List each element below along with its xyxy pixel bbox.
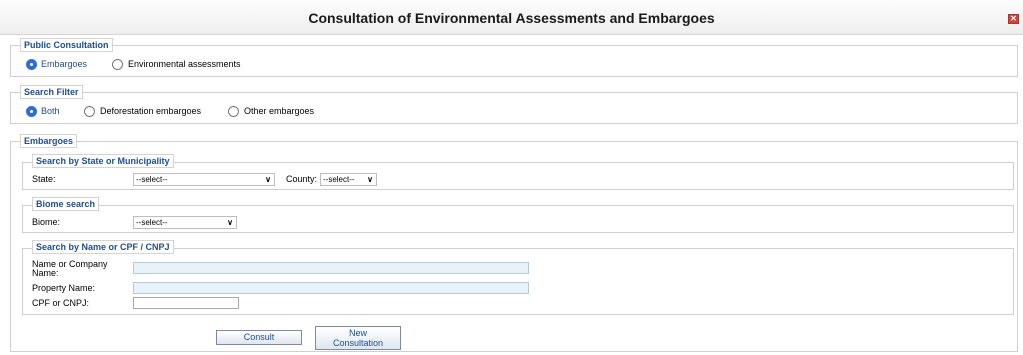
biome-select[interactable]: --select-- ∨: [133, 216, 237, 229]
radio-embargoes[interactable]: [26, 59, 37, 70]
new-consultation-label-line2: Consultation: [332, 338, 384, 348]
radio-deforestation-embargoes-label[interactable]: Deforestation embargoes: [100, 106, 201, 117]
state-municipality-legend: Search by State or Municipality: [32, 154, 174, 168]
biome-label: Biome:: [32, 217, 61, 227]
cpf-label: CPF or CNPJ:: [32, 298, 90, 308]
state-select-value: --select--: [136, 175, 168, 184]
radio-environmental-assessments-label[interactable]: Environmental assessments: [128, 59, 241, 70]
name-cpf-legend: Search by Name or CPF / CNPJ: [32, 240, 174, 254]
radio-both[interactable]: [26, 106, 37, 117]
chevron-down-icon: ∨: [265, 175, 271, 184]
consult-button[interactable]: Consult: [216, 330, 302, 345]
county-select[interactable]: --select-- ∨: [320, 173, 377, 186]
biome-legend: Biome search: [32, 197, 100, 211]
name-label-line2: Name:: [32, 268, 59, 278]
radio-deforestation-embargoes[interactable]: [84, 106, 95, 117]
public-consultation-legend: Public Consultation: [20, 38, 113, 52]
radio-other-embargoes-label[interactable]: Other embargoes: [244, 106, 314, 117]
window-title: Consultation of Environmental Assessment…: [308, 10, 715, 26]
radio-embargoes-label[interactable]: Embargoes: [41, 59, 87, 70]
property-input[interactable]: [133, 282, 529, 294]
name-input[interactable]: [133, 262, 529, 274]
state-label: State:: [32, 174, 56, 184]
property-label: Property Name:: [32, 283, 96, 293]
county-select-value: --select--: [323, 175, 355, 184]
county-label: County:: [286, 174, 318, 184]
radio-environmental-assessments[interactable]: [112, 59, 123, 70]
chevron-down-icon: ∨: [227, 218, 233, 227]
title-bar: Consultation of Environmental Assessment…: [0, 0, 1023, 35]
new-consultation-label-line1: New: [348, 328, 367, 338]
consult-button-label: Consult: [243, 332, 275, 342]
radio-other-embargoes[interactable]: [228, 106, 239, 117]
biome-select-value: --select--: [136, 218, 168, 227]
search-filter-legend: Search Filter: [20, 85, 83, 99]
embargoes-legend: Embargoes: [20, 134, 78, 148]
state-select[interactable]: --select-- ∨: [133, 173, 275, 186]
close-icon[interactable]: ✕: [1008, 14, 1019, 24]
new-consultation-button[interactable]: New Consultation: [315, 326, 401, 350]
cpf-input[interactable]: [133, 297, 239, 309]
radio-both-label[interactable]: Both: [41, 106, 60, 117]
chevron-down-icon: ∨: [367, 175, 373, 184]
